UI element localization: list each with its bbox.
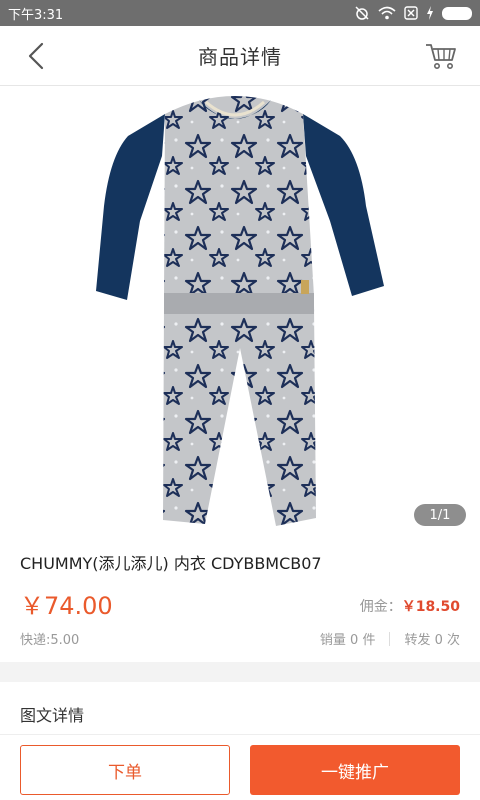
section-divider (0, 662, 480, 682)
product-gallery[interactable]: 1/1 (0, 86, 480, 536)
product-price: ￥74.00 (20, 592, 113, 620)
chevron-left-icon (28, 42, 44, 70)
battery-icon (442, 6, 472, 20)
alarm-off-icon (355, 6, 369, 20)
commission-value: ￥18.50 (401, 599, 460, 615)
order-button[interactable]: 下单 (20, 745, 230, 795)
commission: 佣金：￥18.50 (360, 596, 460, 616)
promote-button[interactable]: 一键推广 (250, 745, 460, 795)
cart-icon (426, 44, 456, 69)
product-name: CHUMMY(添儿添儿) 内衣 CDYBBMCB07 (20, 554, 322, 573)
sales-count: 销量 0 件 (319, 633, 376, 648)
page-indicator: 1/1 (414, 504, 466, 526)
status-icons (354, 5, 472, 21)
back-button[interactable] (20, 40, 52, 72)
product-image (96, 96, 384, 526)
details-section-title[interactable]: 图文详情 (20, 702, 84, 726)
cart-button[interactable] (424, 40, 458, 72)
shipping-fee: 快递:5.00 (20, 633, 80, 648)
status-time: 下午3:31 (8, 7, 64, 23)
commission-label: 佣金： (359, 599, 402, 615)
repost-count: 转发 0 次 (404, 633, 460, 648)
nav-bar: 商品详情 (0, 26, 480, 86)
status-bar: 下午3:31 (0, 0, 480, 26)
stats-divider (389, 631, 391, 646)
sim-icon (404, 6, 418, 20)
wifi-icon (378, 6, 396, 20)
page-title: 商品详情 (198, 45, 282, 69)
product-stats: 销量 0 件 转发 0 次 (320, 629, 460, 648)
charging-icon (427, 6, 433, 20)
bottom-action-bar: 下单 一键推广 (0, 734, 480, 800)
